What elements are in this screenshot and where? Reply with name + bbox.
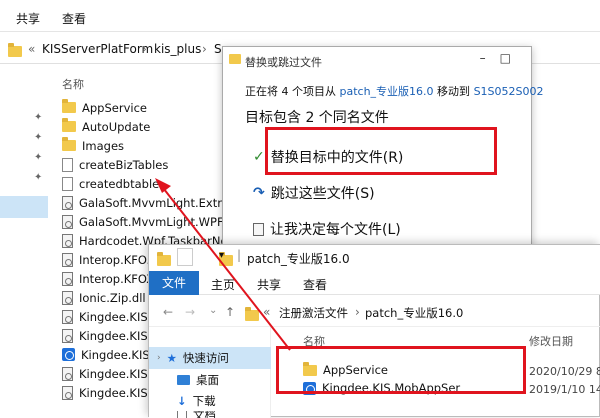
arrow-line: [159, 183, 291, 351]
annotation-arrow: [155, 178, 291, 351]
arrow-head: [155, 178, 171, 193]
